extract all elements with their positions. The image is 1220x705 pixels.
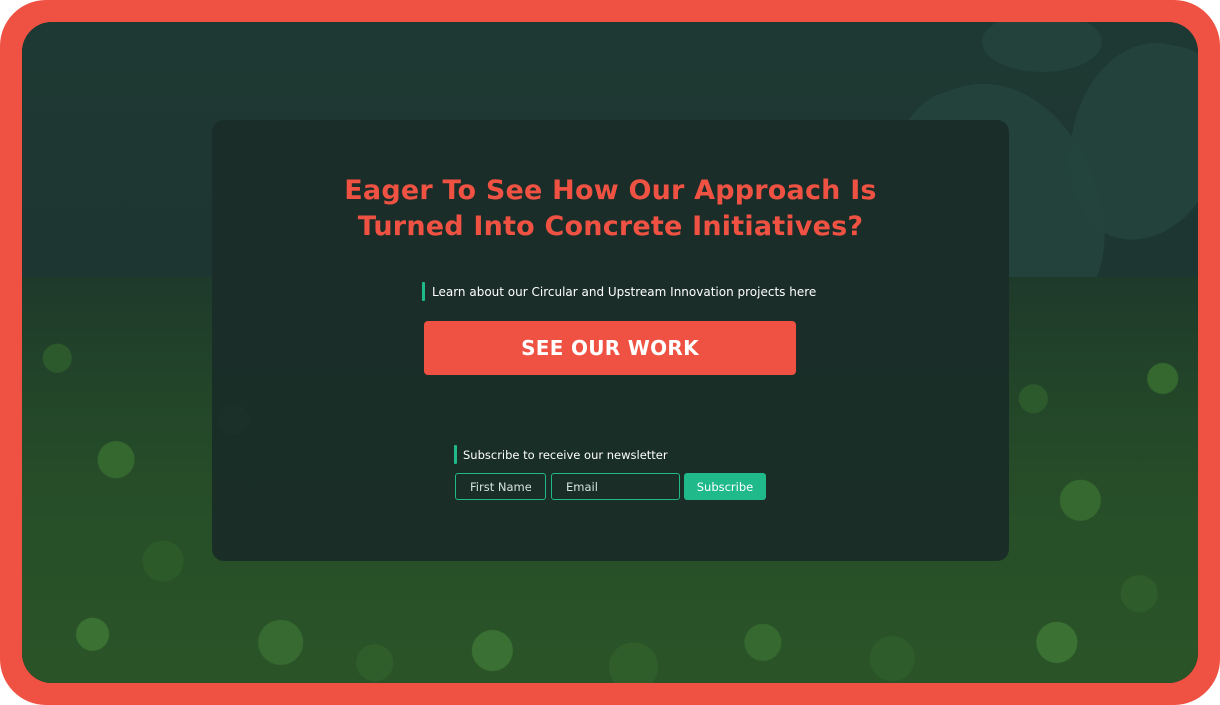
- see-our-work-button[interactable]: SEE OUR WORK: [424, 321, 796, 375]
- lead-row: Learn about our Circular and Upstream In…: [422, 282, 816, 301]
- cta-card: Eager To See How Our Approach Is Turned …: [212, 120, 1009, 561]
- accent-bar: [454, 445, 457, 464]
- email-input[interactable]: [551, 473, 680, 500]
- newsletter-label-row: Subscribe to receive our newsletter: [454, 445, 668, 464]
- lead-text: Learn about our Circular and Upstream In…: [432, 284, 817, 299]
- accent-bar: [422, 282, 425, 301]
- newsletter-label: Subscribe to receive our newsletter: [463, 447, 668, 462]
- first-name-input[interactable]: [455, 473, 546, 500]
- subscribe-button[interactable]: Subscribe: [684, 473, 766, 500]
- hero-section: Eager To See How Our Approach Is Turned …: [22, 22, 1198, 683]
- headline-line-2: Turned Into Concrete Initiatives?: [357, 211, 864, 242]
- page-frame: Eager To See How Our Approach Is Turned …: [0, 0, 1220, 705]
- headline: Eager To See How Our Approach Is Turned …: [212, 173, 1009, 245]
- headline-line-1: Eager To See How Our Approach Is: [344, 175, 877, 206]
